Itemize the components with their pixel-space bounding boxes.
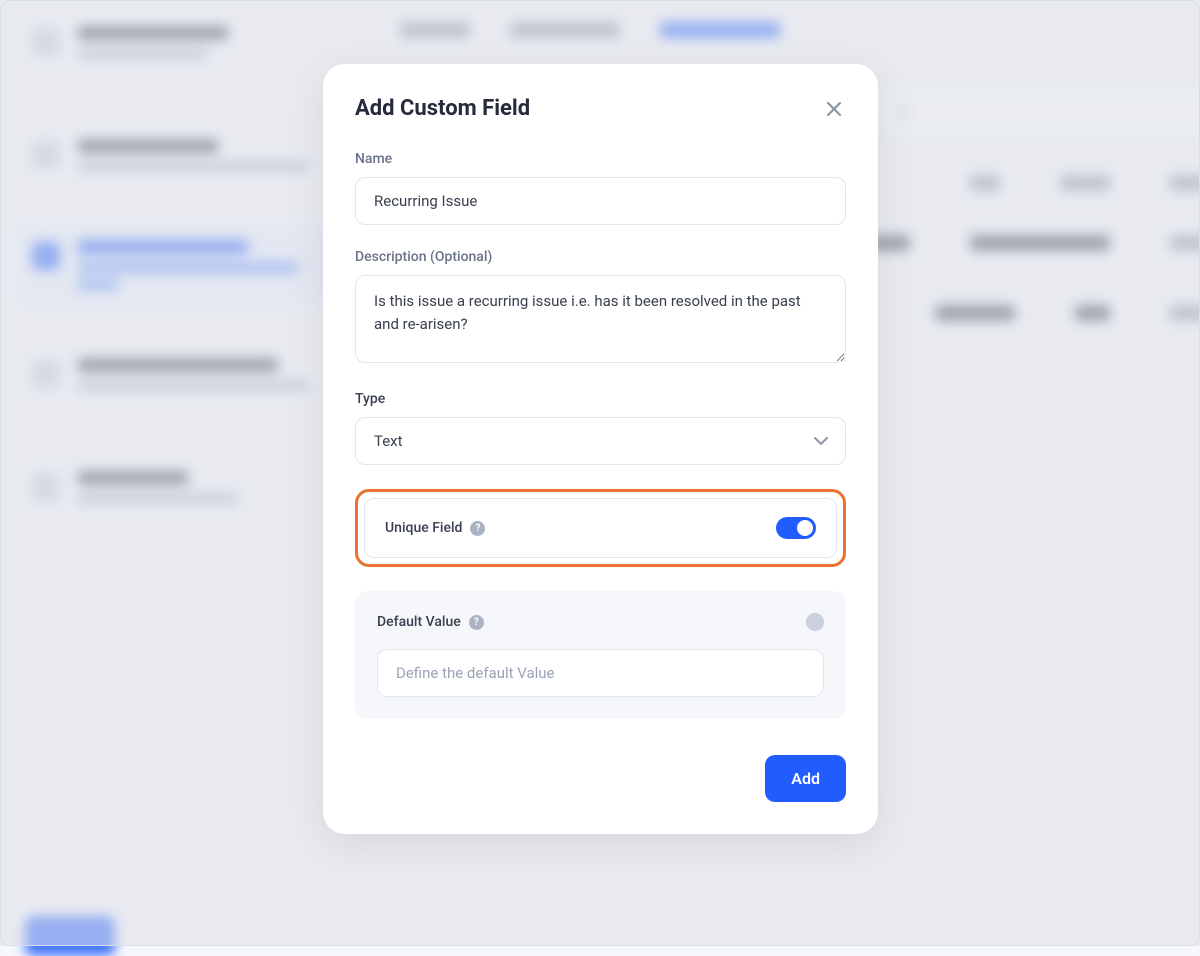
toggle-knob (797, 520, 813, 536)
type-label: Type (355, 391, 846, 407)
help-icon[interactable]: ? (470, 521, 485, 536)
name-label: Name (355, 151, 846, 167)
unique-field-card: Unique Field ? (364, 498, 837, 558)
default-value-toggle[interactable] (806, 613, 824, 631)
add-custom-field-modal: Add Custom Field Name Description (Optio… (323, 64, 878, 834)
name-field-group: Name (355, 151, 846, 225)
type-field-group: Type Text (355, 391, 846, 465)
description-textarea[interactable]: Is this issue a recurring issue i.e. has… (355, 275, 846, 363)
default-value-header: Default Value ? (377, 613, 824, 631)
type-select[interactable]: Text (355, 417, 846, 465)
default-value-label-wrap: Default Value ? (377, 614, 484, 630)
default-value-input[interactable] (377, 649, 824, 697)
close-icon (827, 102, 841, 116)
description-label: Description (Optional) (355, 249, 846, 265)
default-value-card: Default Value ? (355, 591, 846, 719)
unique-field-label: Unique Field (385, 520, 462, 536)
unique-field-label-wrap: Unique Field ? (385, 520, 485, 536)
default-value-label: Default Value (377, 614, 461, 630)
name-input[interactable] (355, 177, 846, 225)
modal-footer: Add (355, 755, 846, 802)
help-icon[interactable]: ? (469, 615, 484, 630)
modal-header: Add Custom Field (355, 96, 846, 121)
add-button[interactable]: Add (765, 755, 846, 802)
unique-field-toggle[interactable] (776, 517, 816, 539)
close-button[interactable] (822, 97, 846, 121)
unique-field-highlight: Unique Field ? (355, 489, 846, 567)
modal-title: Add Custom Field (355, 96, 530, 121)
description-field-group: Description (Optional) Is this issue a r… (355, 249, 846, 367)
